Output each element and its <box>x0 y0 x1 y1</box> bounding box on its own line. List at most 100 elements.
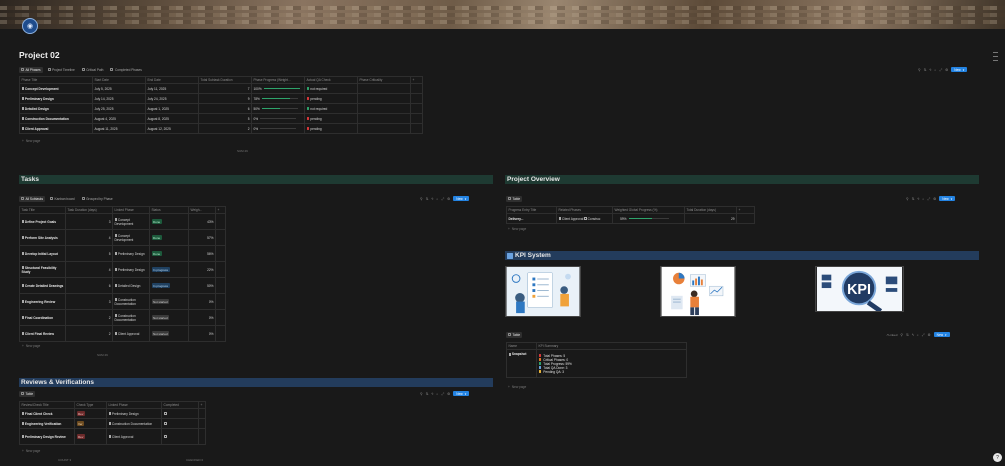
expand-icon[interactable]: ⤢ <box>922 333 925 337</box>
new-button[interactable]: New ▾ <box>453 196 470 201</box>
lightning-icon[interactable]: ϟ <box>912 333 914 337</box>
check-type[interactable]: Rev <box>74 428 107 445</box>
column-header[interactable]: Phase Title <box>19 76 93 84</box>
table-row[interactable]: Final Coordination 2 Construction Docume… <box>19 309 226 326</box>
tab-table[interactable]: Table <box>19 390 36 397</box>
task-duration[interactable]: 6 <box>65 277 113 294</box>
new-page-button[interactable]: + New page <box>22 343 40 349</box>
table-row[interactable]: Structural Feasibility Study 4 Prelimina… <box>19 261 226 278</box>
table-row[interactable]: Define Project Goals 3 Concept Developme… <box>19 213 226 230</box>
review-title[interactable]: Preliminary Design Review <box>25 435 66 439</box>
completed-checkbox-cell[interactable] <box>161 428 199 445</box>
phase-title[interactable]: Preliminary Design <box>25 97 54 101</box>
filter-icon[interactable]: ⚲ <box>906 197 909 201</box>
expand-icon[interactable]: ⤢ <box>441 392 444 396</box>
column-header[interactable]: Completed <box>161 401 199 409</box>
column-header[interactable]: Total Subtask Duration <box>198 76 252 84</box>
qa-check[interactable]: not required <box>304 83 358 94</box>
end-date[interactable]: July 11, 2025 <box>145 83 199 94</box>
column-header[interactable]: Linked Phase <box>106 401 162 409</box>
settings-icon[interactable]: ⚙ <box>928 333 931 337</box>
filter-icon[interactable]: ⚲ <box>420 392 423 396</box>
end-date[interactable]: August 8, 2025 <box>145 113 199 124</box>
tab-table[interactable]: Table <box>506 195 523 202</box>
tab-completed-phases[interactable]: Completed Phases <box>108 67 143 73</box>
tab-all-phases[interactable]: All Phases <box>19 66 43 73</box>
lightning-icon[interactable]: ϟ <box>930 68 932 72</box>
add-column-icon[interactable]: + <box>410 76 423 84</box>
start-date[interactable]: July 5, 2025 <box>92 83 146 94</box>
task-duration[interactable]: 3 <box>65 213 113 230</box>
table-row[interactable]: Preliminary Design July 14, 2025 July 24… <box>19 93 423 104</box>
review-title[interactable]: Engineering Verification <box>25 422 62 426</box>
qa-check[interactable]: pending <box>304 93 358 104</box>
table-row[interactable]: Final Client Check Rev Preliminary Desig… <box>19 408 206 419</box>
column-header[interactable]: Linked Phase <box>112 206 150 214</box>
column-header[interactable]: Name <box>506 342 537 350</box>
related-phases[interactable]: Client Approval Construc <box>556 213 613 224</box>
task-duration[interactable]: 3 <box>65 293 113 310</box>
tab-critical-path[interactable]: Critical Path <box>80 67 106 73</box>
task-title[interactable]: Define Project Goals <box>25 220 56 224</box>
linked-phase[interactable]: Concept Development <box>112 213 150 230</box>
status-cell[interactable]: Done <box>149 229 189 246</box>
table-row[interactable]: Concept Development July 5, 2025 July 11… <box>19 83 423 94</box>
tab-table[interactable]: Table <box>506 331 523 338</box>
column-header[interactable]: Actual QA Check <box>304 76 358 84</box>
table-row[interactable]: Develop Initial Layout 5 Preliminary Des… <box>19 245 226 262</box>
search-icon[interactable]: ⌕ <box>436 392 438 396</box>
new-page-button[interactable]: + New page <box>508 384 526 390</box>
search-icon[interactable]: ⌕ <box>922 197 924 201</box>
sort-icon[interactable]: ⇅ <box>426 197 429 201</box>
checked-calculation[interactable]: CHECKED 0 <box>186 458 203 462</box>
start-date[interactable]: July 25, 2025 <box>92 103 146 114</box>
table-row[interactable]: Engineering Review 3 Construction Docume… <box>19 293 226 310</box>
start-date[interactable]: August 4, 2025 <box>92 113 146 124</box>
qa-check[interactable]: not required <box>304 103 358 114</box>
start-date[interactable]: August 11, 2025 <box>92 123 146 134</box>
task-duration[interactable]: 4 <box>65 229 113 246</box>
phase-title[interactable]: Concept Development <box>25 87 59 91</box>
add-column-icon[interactable]: + <box>736 206 755 214</box>
linked-phase[interactable]: Preliminary Design <box>112 245 150 262</box>
linked-phase[interactable]: Concept Development <box>112 229 150 246</box>
completed-checkbox-cell[interactable] <box>161 408 199 419</box>
status-cell[interactable]: Not started <box>149 309 189 326</box>
column-header[interactable]: Task Duration (days) <box>65 206 113 214</box>
linked-phase[interactable]: Detailed Design <box>112 277 150 294</box>
start-date[interactable]: July 14, 2025 <box>92 93 146 104</box>
add-column-icon[interactable]: + <box>198 401 206 409</box>
column-header[interactable]: Weigh... <box>188 206 216 214</box>
task-title[interactable]: Develop Initial Layout <box>25 252 58 256</box>
status-cell[interactable]: In progress <box>149 261 189 278</box>
linked-phase[interactable]: Construction Documentation <box>106 418 162 429</box>
task-duration[interactable]: 2 <box>65 309 113 326</box>
linked-phase[interactable]: Preliminary Design <box>112 261 150 278</box>
sum-calculation[interactable]: SUM 29 <box>97 353 108 357</box>
qa-check[interactable]: pending <box>304 123 358 134</box>
page-title[interactable]: Project 02 <box>19 50 60 60</box>
end-date[interactable]: August 12, 2025 <box>145 123 199 134</box>
task-title[interactable]: Perform Site Analysis <box>25 236 58 240</box>
table-row[interactable]: Client Final Review 2 Client Approval No… <box>19 325 226 342</box>
settings-icon[interactable]: ⚙ <box>945 68 948 72</box>
filter-icon[interactable]: ⚲ <box>900 333 903 337</box>
linked-phase[interactable]: Preliminary Design <box>106 408 162 419</box>
check-type[interactable]: Rev <box>74 408 107 419</box>
new-button[interactable]: New ▾ <box>951 67 968 72</box>
settings-icon[interactable]: ⚙ <box>447 197 450 201</box>
task-duration[interactable]: 4 <box>65 261 113 278</box>
checkbox[interactable] <box>163 434 167 438</box>
column-header[interactable]: Progress Entry Title <box>506 206 557 214</box>
settings-icon[interactable]: ⚙ <box>447 392 450 396</box>
new-button[interactable]: New ▾ <box>939 196 956 201</box>
status-cell[interactable]: Not started <box>149 293 189 310</box>
new-button[interactable]: New ▾ <box>933 332 950 337</box>
lightning-icon[interactable]: ϟ <box>432 197 434 201</box>
status-cell[interactable]: Done <box>149 213 189 230</box>
tab-grouped-by-phase[interactable]: Grouped by Phase <box>80 196 115 202</box>
expand-icon[interactable]: ⤢ <box>927 197 930 201</box>
column-header[interactable]: Status <box>149 206 189 214</box>
table-row[interactable]: Construction Documentation August 4, 202… <box>19 113 423 124</box>
status-cell[interactable]: In progress <box>149 277 189 294</box>
